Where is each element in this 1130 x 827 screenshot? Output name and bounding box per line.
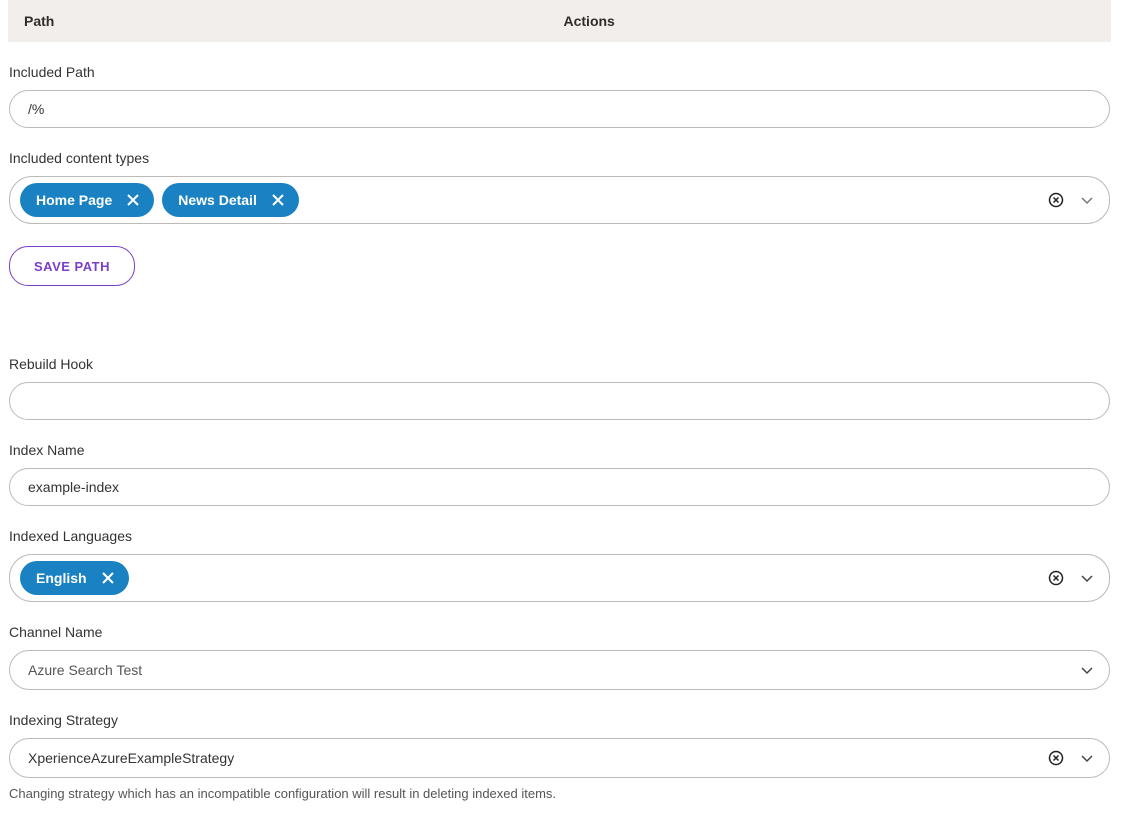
channel-name-value: Azure Search Test <box>28 662 142 678</box>
rebuild-hook-input[interactable] <box>9 382 1110 420</box>
chip-label: Home Page <box>36 192 112 208</box>
channel-name-dropdown-toggle[interactable] <box>1079 662 1095 678</box>
paths-table-header: Path Actions <box>8 0 1111 42</box>
chip-label: English <box>36 570 87 586</box>
included-path-input[interactable] <box>9 90 1110 128</box>
chip-remove-home-page[interactable] <box>124 191 142 209</box>
chip-remove-news-detail[interactable] <box>269 191 287 209</box>
included-path-label: Included Path <box>9 64 1110 80</box>
indexed-languages-clear[interactable] <box>1047 569 1065 587</box>
save-path-button[interactable]: SAVE PATH <box>9 246 135 286</box>
column-header-actions: Actions <box>560 13 1096 29</box>
indexed-languages-input[interactable]: English <box>9 554 1110 602</box>
content-types-label: Included content types <box>9 150 1110 166</box>
indexing-strategy-label: Indexing Strategy <box>9 712 1110 728</box>
chip-home-page: Home Page <box>20 183 154 217</box>
content-types-dropdown-toggle[interactable] <box>1079 192 1095 208</box>
index-name-label: Index Name <box>9 442 1110 458</box>
indexing-strategy-dropdown-toggle[interactable] <box>1079 750 1095 766</box>
content-types-clear[interactable] <box>1047 191 1065 209</box>
indexed-languages-dropdown-toggle[interactable] <box>1079 570 1095 586</box>
channel-name-select[interactable]: Azure Search Test <box>9 650 1110 690</box>
indexing-strategy-value: XperienceAzureExampleStrategy <box>28 750 234 766</box>
indexing-strategy-select[interactable]: XperienceAzureExampleStrategy <box>9 738 1110 778</box>
index-name-input[interactable] <box>9 468 1110 506</box>
chip-label: News Detail <box>178 192 257 208</box>
content-types-input[interactable]: Home Page News Detail <box>9 176 1110 224</box>
column-header-path: Path <box>24 13 560 29</box>
chip-remove-english[interactable] <box>99 569 117 587</box>
rebuild-hook-label: Rebuild Hook <box>9 356 1110 372</box>
channel-name-label: Channel Name <box>9 624 1110 640</box>
indexing-strategy-clear[interactable] <box>1047 749 1065 767</box>
chip-news-detail: News Detail <box>162 183 299 217</box>
indexed-languages-label: Indexed Languages <box>9 528 1110 544</box>
chip-english: English <box>20 561 129 595</box>
